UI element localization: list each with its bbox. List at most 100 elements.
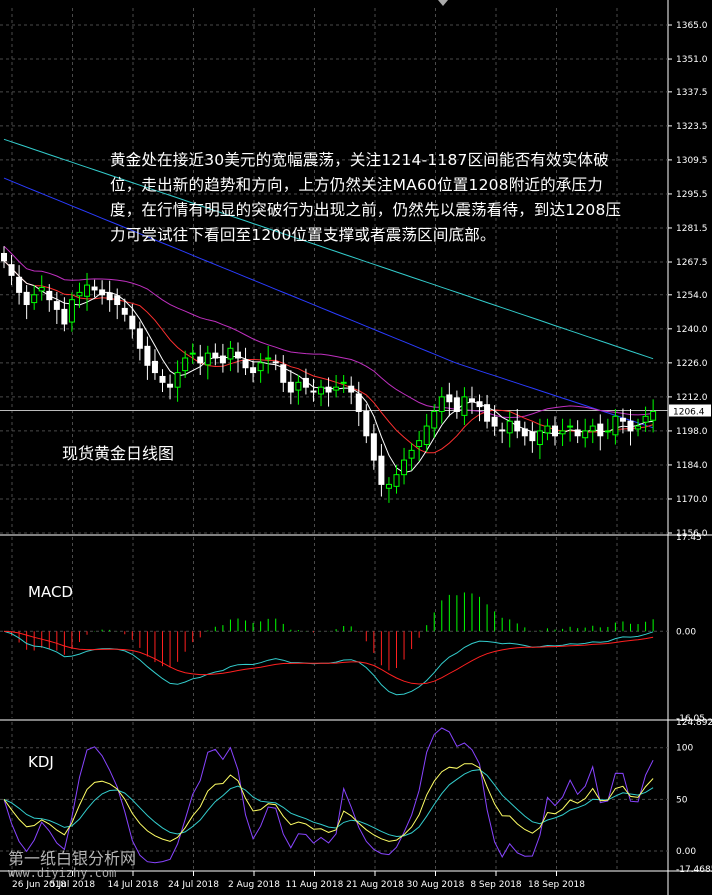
candle-body: [484, 404, 491, 422]
candle-body: [552, 425, 559, 437]
candle-body: [76, 291, 83, 297]
price-tick-label: 1254.0: [676, 291, 708, 301]
candle-body: [136, 328, 143, 349]
kdj-tick-label: 124.8922: [676, 718, 712, 728]
candle-body: [499, 429, 506, 432]
candle-body: [635, 425, 642, 430]
candle-body: [446, 394, 453, 403]
candle-body: [355, 393, 362, 412]
candle-body: [114, 295, 121, 306]
kdj-k-line: [3, 763, 654, 842]
analysis-annotation: 黄金处在接近30美元的宽幅震荡，关注1214-1187区间能否有效实体破位，走出…: [110, 151, 622, 244]
candle-body: [189, 352, 196, 355]
watermark-url: www.diyizhy.com: [8, 866, 117, 880]
candle-body: [99, 289, 106, 296]
price-tick-label: 1309.5: [676, 156, 708, 166]
candle-body: [151, 360, 158, 374]
macd-tick-label: 0.00: [676, 627, 696, 637]
candle-body: [167, 383, 174, 388]
candle-body: [619, 417, 626, 422]
candle-body: [514, 420, 521, 432]
kdj-tick-label: -17.4685: [676, 865, 712, 875]
candle-body: [642, 415, 649, 423]
price-tick-label: 1226.0: [676, 359, 708, 369]
kdj-j-line: [3, 727, 654, 864]
candle-body: [567, 425, 574, 428]
date-tick-label: 18 Sep 2018: [528, 880, 585, 890]
candle-body: [340, 381, 347, 384]
candle-body: [280, 364, 287, 383]
candle-body: [370, 433, 377, 461]
candle-body: [318, 386, 325, 395]
candle-body: [582, 430, 589, 439]
scroll-marker-icon: [438, 0, 448, 6]
candle-body: [31, 294, 38, 304]
price-tick-label: 1351.0: [676, 55, 708, 65]
candle-body: [506, 420, 513, 434]
candle-body: [38, 287, 45, 292]
price-tick-label: 1337.5: [676, 88, 708, 98]
candle-body: [521, 428, 528, 437]
price-tick-label: 1184.0: [676, 461, 708, 471]
current-price-label: 1206.4: [673, 408, 705, 418]
candle-body: [468, 398, 475, 403]
kdj-title: KDJ: [28, 753, 54, 771]
date-tick-label: 5 Jul 2018: [50, 880, 95, 890]
candle-body: [597, 423, 604, 437]
candle-body: [84, 284, 91, 297]
candle-body: [302, 377, 309, 388]
candle-body: [536, 430, 543, 446]
candle-body: [574, 429, 581, 437]
candle-body: [265, 357, 272, 360]
candle-body: [8, 264, 15, 276]
candle-body: [491, 416, 498, 427]
candle-body: [182, 357, 189, 372]
candle-body: [121, 307, 128, 315]
candle-body: [61, 308, 68, 325]
date-tick-label: 21 Aug 2018: [346, 880, 404, 890]
candle-body: [385, 483, 392, 489]
candle-body: [423, 425, 430, 446]
price-tick-label: 1281.5: [676, 224, 708, 234]
candle-body: [612, 415, 619, 436]
candle-body: [348, 385, 355, 393]
candle-body: [1, 252, 7, 262]
kdj-tick-label: 50: [676, 795, 688, 805]
date-tick-label: 30 Aug 2018: [407, 880, 465, 890]
price-tick-label: 1295.5: [676, 190, 708, 200]
candle-body: [559, 430, 566, 435]
date-tick-label: 24 Jul 2018: [168, 880, 219, 890]
price-tick-label: 1365.0: [676, 21, 708, 31]
candle-body: [325, 386, 332, 393]
candle-body: [453, 397, 460, 412]
price-tick-label: 1170.0: [676, 495, 708, 505]
candle-body: [234, 351, 241, 359]
kdj-tick-label: 100: [676, 744, 693, 754]
kdj-tick-label: 0.00: [676, 847, 696, 857]
candle-body: [310, 390, 317, 393]
candle-body: [53, 301, 60, 310]
candle-body: [544, 425, 551, 434]
macd-title: MACD: [28, 583, 73, 601]
candle-body: [393, 474, 400, 487]
candle-body: [250, 367, 257, 374]
candle-body: [257, 362, 264, 372]
date-tick-label: 2 Aug 2018: [228, 880, 280, 890]
date-tick-label: 14 Jul 2018: [108, 880, 159, 890]
candle-body: [242, 359, 249, 369]
candle-body: [23, 291, 30, 306]
candle-body: [174, 372, 181, 388]
candle-body: [159, 375, 166, 383]
candle-body: [476, 401, 483, 408]
candle-body: [68, 299, 75, 323]
candle-body: [431, 410, 438, 429]
price-tick-label: 1323.5: [676, 122, 708, 132]
candle-body: [219, 355, 226, 364]
candle-body: [333, 386, 340, 391]
candle-body: [604, 430, 611, 433]
candle-body: [16, 276, 23, 293]
candle-body: [227, 347, 234, 360]
candle-body: [438, 396, 445, 412]
candle-body: [416, 440, 423, 447]
candle-body: [129, 315, 136, 330]
